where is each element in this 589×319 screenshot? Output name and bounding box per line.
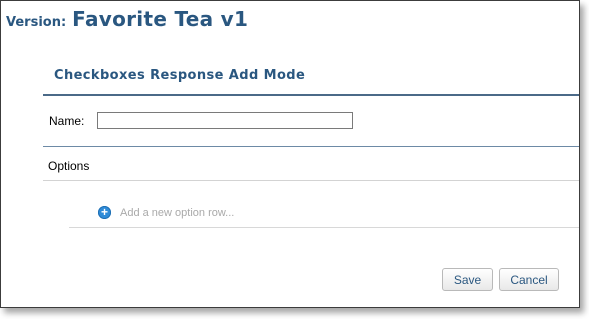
cancel-button[interactable]: Cancel xyxy=(499,268,559,291)
version-title: Favorite Tea v1 xyxy=(72,7,249,31)
version-label: Version: xyxy=(6,15,67,30)
add-option-row-link[interactable]: + Add a new option row... xyxy=(98,206,234,219)
add-option-divider xyxy=(69,227,579,228)
add-option-row-text: Add a new option row... xyxy=(120,206,235,219)
title-divider xyxy=(43,94,579,96)
options-label: Options xyxy=(48,159,90,173)
plus-circle-icon: + xyxy=(98,206,111,219)
save-button[interactable]: Save xyxy=(442,268,493,291)
name-divider xyxy=(43,146,579,147)
panel-title: Checkboxes Response Add Mode xyxy=(54,68,306,83)
version-header: Version: Favorite Tea v1 xyxy=(6,7,248,31)
options-divider xyxy=(43,180,579,181)
name-label: Name: xyxy=(49,114,85,128)
name-input[interactable] xyxy=(97,112,353,129)
dialog-frame: Version: Favorite Tea v1 Checkboxes Resp… xyxy=(0,0,580,308)
